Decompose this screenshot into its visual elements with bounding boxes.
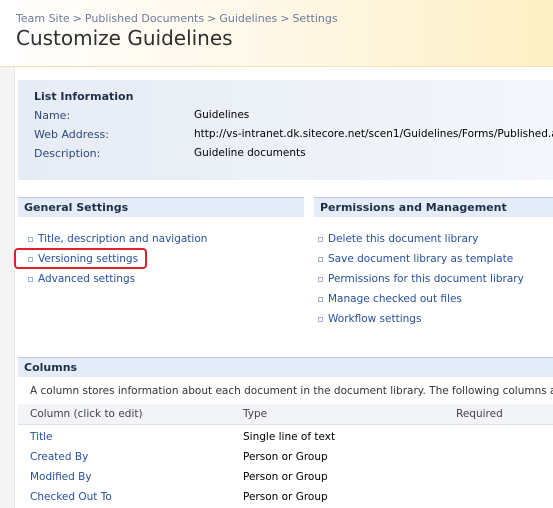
list-information-header: List Information xyxy=(34,90,134,103)
versioning-highlight xyxy=(14,248,147,269)
breadcrumb-published-documents[interactable]: Published Documents xyxy=(85,12,204,25)
breadcrumb-separator: > xyxy=(207,12,217,25)
link-manage-checked-out[interactable]: Manage checked out files xyxy=(318,292,462,306)
link-title-description-navigation[interactable]: Title, description and navigation xyxy=(28,232,207,246)
link-delete-library[interactable]: Delete this document library xyxy=(318,232,478,246)
left-nav-stripe xyxy=(0,0,15,508)
permissions-management-header: Permissions and Management xyxy=(314,197,553,217)
link-advanced-settings[interactable]: Advanced settings xyxy=(28,272,135,286)
column-type: Person or Group xyxy=(243,491,328,503)
web-address-value: http://vs-intranet.dk.sitecore.net/scen1… xyxy=(194,128,553,140)
link-save-as-template[interactable]: Save document library as template xyxy=(318,252,513,266)
description-value: Guideline documents xyxy=(194,147,306,159)
link-workflow-settings-label: Workflow settings xyxy=(328,313,422,325)
name-label: Name: xyxy=(34,109,71,122)
bullet-icon xyxy=(318,296,323,302)
link-permissions-label: Permissions for this document library xyxy=(328,273,524,285)
link-delete-library-label: Delete this document library xyxy=(328,233,479,245)
link-save-as-template-label: Save document library as template xyxy=(328,253,514,265)
table-row: Title Single line of text xyxy=(18,427,553,447)
breadcrumb: Team Site > Published Documents > Guidelines… xyxy=(16,12,338,25)
breadcrumb-settings: Settings xyxy=(292,12,338,25)
columns-header: Columns xyxy=(18,357,553,377)
bullet-icon xyxy=(318,276,323,282)
link-title-description-navigation-label: Title, description and navigation xyxy=(38,233,208,245)
columns-table-header: Column (click to edit) Type Required xyxy=(18,404,553,425)
table-row: Checked Out To Person or Group xyxy=(18,487,553,507)
bullet-icon xyxy=(28,236,33,242)
breadcrumb-team-site[interactable]: Team Site xyxy=(16,12,70,25)
breadcrumb-separator: > xyxy=(280,12,290,25)
column-header-type: Type xyxy=(243,408,268,420)
column-type: Person or Group xyxy=(243,451,328,463)
link-permissions[interactable]: Permissions for this document library xyxy=(318,272,524,286)
link-manage-checked-out-label: Manage checked out files xyxy=(328,293,462,305)
bullet-icon xyxy=(28,276,33,282)
list-information-panel: List Information Name: Guidelines Web Ad… xyxy=(18,80,553,180)
column-header-name: Column (click to edit) xyxy=(30,408,143,420)
table-row: Modified By Person or Group xyxy=(18,467,553,487)
page-title: Customize Guidelines xyxy=(16,26,233,50)
page: Team Site > Published Documents > Guidelines… xyxy=(0,0,553,508)
title-area: Team Site > Published Documents > Guidelines… xyxy=(0,0,553,67)
breadcrumb-guidelines[interactable]: Guidelines xyxy=(219,12,277,25)
bullet-icon xyxy=(318,256,323,262)
column-header-required: Required xyxy=(456,408,503,420)
column-name-link[interactable]: Title xyxy=(30,427,53,447)
column-name-link[interactable]: Modified By xyxy=(30,467,92,487)
web-address-label: Web Address: xyxy=(34,128,109,141)
link-advanced-settings-label: Advanced settings xyxy=(38,273,136,285)
name-value: Guidelines xyxy=(194,109,250,121)
column-name-link[interactable]: Created By xyxy=(30,447,88,467)
column-name-link[interactable]: Checked Out To xyxy=(30,487,112,507)
column-type: Person or Group xyxy=(243,471,328,483)
bullet-icon xyxy=(318,316,323,322)
link-workflow-settings[interactable]: Workflow settings xyxy=(318,312,421,326)
breadcrumb-separator: > xyxy=(72,12,82,25)
column-type: Single line of text xyxy=(243,431,336,443)
bullet-icon xyxy=(318,236,323,242)
table-row: Created By Person or Group xyxy=(18,447,553,467)
columns-description: A column stores information about each d… xyxy=(30,385,553,397)
description-label: Description: xyxy=(34,147,101,160)
general-settings-header: General Settings xyxy=(18,197,304,217)
